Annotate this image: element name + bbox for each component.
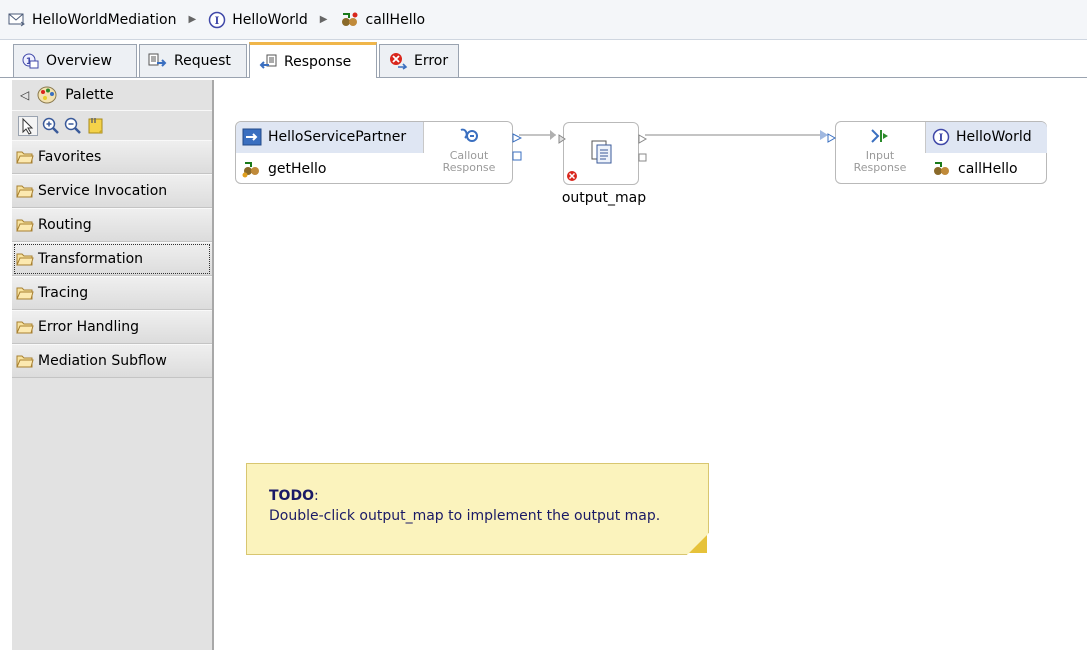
breadcrumb: HelloWorldMediation ▶ I HelloWorld ▶ cal… — [0, 0, 1087, 40]
overview-icon: 1 — [22, 53, 40, 69]
drawer-label: Favorites — [38, 149, 102, 165]
input-response-icon — [869, 126, 891, 146]
palette-drawer-mediation-subflow[interactable]: Mediation Subflow — [12, 344, 212, 378]
fail-terminal-icon[interactable] — [512, 150, 522, 165]
tab-label: Overview — [46, 53, 112, 69]
operation-icon — [242, 160, 262, 178]
note-title: TODO: — [269, 488, 319, 504]
palette-tools — [12, 110, 212, 140]
editor-tabs: 1 Overview Request Response Error — [0, 40, 1087, 78]
interface-operation-row: callHello — [932, 160, 1018, 178]
folder-icon — [16, 252, 34, 266]
breadcrumb-item-interface[interactable]: I HelloWorld — [208, 11, 308, 29]
interface-icon: I — [932, 128, 950, 146]
todo-note[interactable]: TODO: Double-click output_map to impleme… — [246, 463, 709, 555]
palette: ◁ Palette Favorites Service Invocation R… — [12, 80, 214, 650]
breadcrumb-label: HelloWorld — [232, 11, 308, 28]
fail-terminal-icon[interactable] — [638, 151, 647, 166]
folder-icon — [16, 354, 34, 368]
svg-text:I: I — [939, 133, 944, 144]
folder-icon — [16, 218, 34, 232]
drawer-label: Error Handling — [38, 319, 139, 335]
error-marker-icon — [566, 170, 578, 182]
mediation-flow-canvas[interactable]: HelloServicePartner getHello Callout Res… — [216, 80, 1087, 650]
zoom-in-icon[interactable] — [42, 117, 60, 135]
interface-row: I HelloWorld — [932, 128, 1032, 146]
partner-name: HelloServicePartner — [268, 129, 407, 145]
folder-icon — [16, 150, 34, 164]
drawer-label: Transformation — [38, 251, 144, 267]
output-terminal-icon[interactable] — [512, 132, 523, 147]
palette-icon — [37, 86, 57, 104]
input-terminal: Input Response — [836, 126, 924, 174]
xsl-map-icon — [590, 139, 614, 165]
palette-header: ◁ Palette — [12, 80, 212, 110]
drawer-label: Routing — [38, 217, 92, 233]
breadcrumb-item-module[interactable]: HelloWorldMediation — [8, 12, 176, 28]
tab-label: Error — [414, 53, 449, 69]
breadcrumb-label: callHello — [365, 11, 426, 28]
note-title-colon: : — [313, 488, 319, 504]
note-body: Double-click output_map to implement the… — [269, 508, 661, 524]
folder-icon — [16, 320, 34, 334]
drawer-label: Service Invocation — [38, 183, 168, 199]
output-map-node[interactable] — [558, 122, 648, 185]
tab-error[interactable]: Error — [379, 44, 459, 77]
callout-terminal: Callout Response — [426, 126, 512, 174]
breadcrumb-separator-icon: ▶ — [319, 14, 328, 25]
response-icon — [258, 54, 278, 70]
partner-row: HelloServicePartner — [242, 128, 406, 146]
operation-icon — [340, 11, 360, 29]
error-icon — [388, 52, 408, 70]
mediation-module-icon — [8, 12, 26, 28]
palette-drawer-error-handling[interactable]: Error Handling — [12, 310, 212, 344]
palette-drawer-routing[interactable]: Routing — [12, 208, 212, 242]
drawer-label: Tracing — [38, 285, 89, 301]
interface-name: HelloWorld — [956, 129, 1032, 145]
palette-drawer-transformation[interactable]: Transformation — [12, 242, 212, 276]
operation-name: getHello — [268, 161, 327, 177]
interface-icon: I — [208, 11, 226, 29]
select-arrow-icon[interactable] — [18, 115, 38, 136]
breadcrumb-item-operation[interactable]: callHello — [340, 11, 426, 29]
request-icon — [148, 53, 168, 69]
output-terminal-icon[interactable] — [638, 133, 648, 148]
note-fold-icon — [687, 533, 709, 555]
palette-drawer-tracing[interactable]: Tracing — [12, 276, 212, 310]
tab-label: Response — [284, 53, 352, 70]
tab-response[interactable]: Response — [249, 42, 377, 78]
tab-request[interactable]: Request — [139, 44, 247, 77]
folder-icon — [16, 286, 34, 300]
input-terminal-label: Input Response — [853, 149, 907, 174]
partner-operation-row: getHello — [242, 160, 326, 178]
input-response-node[interactable]: Input Response I HelloWorld callHello — [827, 121, 1047, 184]
note-tool-icon[interactable] — [86, 117, 106, 135]
zoom-out-icon[interactable] — [64, 117, 82, 135]
tab-overview[interactable]: 1 Overview — [13, 44, 137, 77]
palette-drawer-favorites[interactable]: Favorites — [12, 140, 212, 174]
operation-name: callHello — [958, 161, 1018, 177]
wire-arrowhead — [550, 130, 556, 140]
callout-terminal-label: Callout Response — [442, 149, 496, 174]
output-map-label: output_map — [561, 190, 647, 206]
breadcrumb-label: HelloWorldMediation — [32, 11, 177, 28]
tab-label: Request — [174, 53, 231, 69]
operation-icon — [932, 160, 952, 178]
callout-response-icon — [457, 126, 481, 146]
input-terminal-icon[interactable] — [558, 133, 566, 148]
breadcrumb-separator-icon: ▶ — [188, 14, 197, 25]
note-title-text: TODO — [269, 488, 314, 504]
palette-title: Palette — [65, 87, 114, 103]
collapse-palette-icon[interactable]: ◁ — [20, 88, 29, 102]
drawer-label: Mediation Subflow — [38, 353, 167, 369]
palette-drawer-service-invocation[interactable]: Service Invocation — [12, 174, 212, 208]
svg-text:I: I — [215, 16, 220, 27]
folder-icon — [16, 184, 34, 198]
input-terminal-icon[interactable] — [827, 132, 837, 147]
callout-response-node[interactable]: HelloServicePartner getHello Callout Res… — [235, 121, 523, 184]
reference-partner-icon — [242, 128, 262, 146]
